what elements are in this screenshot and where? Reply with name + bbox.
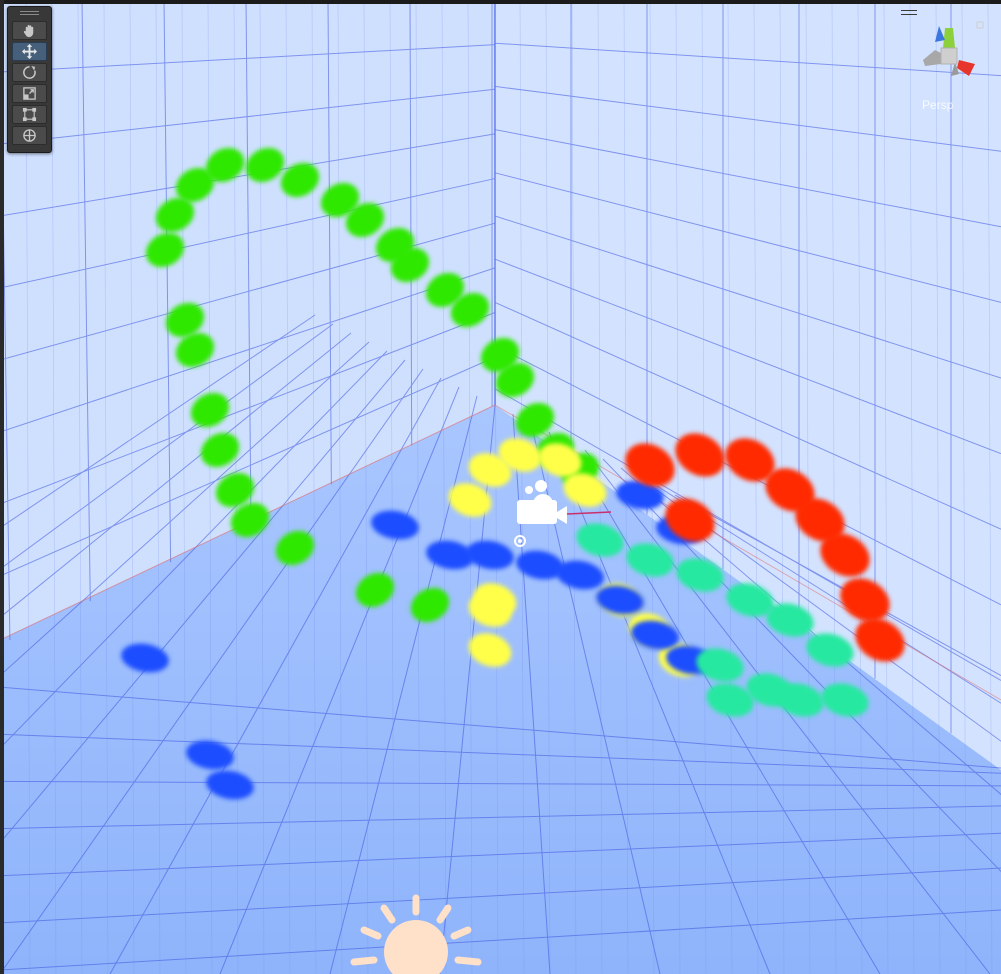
tool-palette xyxy=(7,6,52,153)
projection-mode-label[interactable]: Persp xyxy=(922,98,982,112)
rect-transform-icon xyxy=(22,107,37,122)
move-arrows-icon xyxy=(22,44,37,59)
gizmo-z-axis-icon[interactable] xyxy=(935,26,945,42)
orientation-gizmo[interactable] xyxy=(915,20,985,88)
scale-tool-button[interactable] xyxy=(12,84,47,103)
scene-canvas[interactable] xyxy=(0,0,1001,974)
gizmo-x-axis-icon[interactable] xyxy=(957,60,975,76)
scene-viewport[interactable]: Persp xyxy=(0,0,1001,974)
rotate-icon xyxy=(23,65,36,79)
rect-tool-button[interactable] xyxy=(12,105,47,124)
scene-view-menu-icon[interactable] xyxy=(901,10,917,17)
scale-icon xyxy=(23,87,36,100)
window-top-border xyxy=(0,0,1001,4)
rotate-tool-button[interactable] xyxy=(12,63,47,82)
move-tool-button[interactable] xyxy=(12,42,47,61)
transform-icon xyxy=(23,129,36,142)
palette-drag-handle[interactable] xyxy=(20,11,39,15)
hand-icon xyxy=(23,24,34,38)
window-left-border xyxy=(0,0,4,974)
transform-tool-button[interactable] xyxy=(12,126,47,145)
gizmo-y-axis-icon[interactable] xyxy=(943,28,955,48)
hand-tool-button[interactable] xyxy=(12,21,47,40)
gizmo-lock-icon xyxy=(976,21,984,29)
